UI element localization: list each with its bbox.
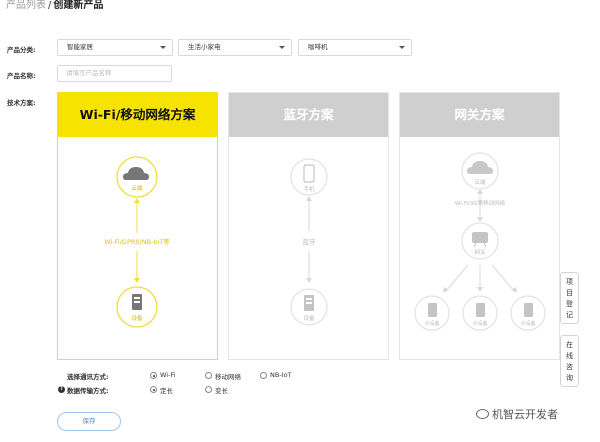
gateway-diagram: 云端 Wi-Fi/3G等移动网络 网关 子设备 子设备 子设备 bbox=[414, 152, 546, 331]
gateway-link-label: Wi-Fi/3G等移动网络 bbox=[455, 199, 506, 207]
gateway-hub-label: 网关 bbox=[474, 248, 486, 256]
comm-mobile-label[interactable]: 移动网络 bbox=[215, 371, 241, 381]
data-fixed-radio[interactable] bbox=[150, 386, 157, 393]
side-tab-char: 目 bbox=[566, 289, 573, 297]
category-select-2-value: 生活小家电 bbox=[188, 43, 221, 51]
product-name-input[interactable]: 请填写产品名称 bbox=[57, 65, 172, 82]
side-tab-char: 项 bbox=[566, 278, 573, 286]
project-register-tab[interactable]: 项 目 登 记 bbox=[560, 272, 579, 324]
comm-nbiot-label[interactable]: NB-IoT bbox=[270, 371, 292, 379]
router-icon bbox=[472, 232, 488, 243]
data-variable-radio[interactable] bbox=[205, 386, 212, 393]
watermark: 机智云开发者 bbox=[476, 406, 558, 422]
category-select-1-value: 智能家居 bbox=[67, 43, 93, 51]
bluetooth-card-title: 蓝牙方案 bbox=[229, 93, 388, 137]
side-tab-char: 咨 bbox=[566, 363, 573, 371]
data-fixed-label[interactable]: 定长 bbox=[160, 385, 173, 395]
gateway-center-label: 子设备 bbox=[472, 320, 487, 327]
gateway-top-label: 云端 bbox=[474, 178, 486, 186]
chevron-down-icon bbox=[399, 46, 405, 49]
gateway-right-label: 子设备 bbox=[520, 320, 535, 327]
breadcrumb-parent-link[interactable]: 产品列表 bbox=[6, 0, 46, 11]
bluetooth-top-label: 手机 bbox=[303, 185, 315, 193]
name-label: 产品名称: bbox=[7, 72, 36, 80]
page-title: 创建新产品 bbox=[53, 0, 104, 11]
tech-label: 技术方案: bbox=[7, 99, 36, 107]
online-consult-tab[interactable]: 在 线 咨 询 bbox=[560, 335, 579, 387]
wifi-bottom-label: 设备 bbox=[131, 314, 143, 322]
wifi-solution-card[interactable]: Wi-Fi/移动网络方案 云端 Wi-Fi/GPRS/NB-IoT等 设备 bbox=[57, 92, 218, 360]
gateway-solution-card[interactable]: 网关方案 云端 Wi-Fi/3G等移动网络 网关 子设备 子设备 子设备 bbox=[399, 92, 560, 360]
category-select-1[interactable]: 智能家居 bbox=[57, 39, 173, 56]
data-method-label: 数据传输方式: bbox=[67, 387, 109, 395]
wifi-link-label: Wi-Fi/GPRS/NB-IoT等 bbox=[104, 237, 170, 246]
device-icon bbox=[524, 303, 533, 317]
wechat-icon bbox=[476, 409, 489, 419]
save-button[interactable]: 保存 bbox=[57, 412, 121, 431]
watermark-text: 机智云开发者 bbox=[492, 408, 558, 421]
side-tab-char: 记 bbox=[566, 311, 573, 319]
comm-nbiot-radio[interactable] bbox=[260, 372, 267, 379]
arrow-up-icon bbox=[134, 198, 140, 203]
comm-mobile-radio[interactable] bbox=[205, 372, 212, 379]
gateway-left-label: 子设备 bbox=[424, 320, 439, 327]
arrow-down-icon bbox=[306, 278, 312, 283]
comm-wifi-label[interactable]: Wi-Fi bbox=[160, 371, 176, 379]
bluetooth-link-label: 蓝牙 bbox=[303, 237, 317, 246]
bluetooth-bottom-label: 设备 bbox=[303, 314, 315, 322]
comm-method-label: 选择通讯方式: bbox=[67, 373, 109, 381]
side-tab-char: 询 bbox=[566, 374, 573, 382]
device-icon bbox=[428, 303, 437, 317]
bluetooth-diagram: 手机 蓝牙 设备 bbox=[290, 158, 328, 326]
category-select-2[interactable]: 生活小家电 bbox=[178, 39, 292, 56]
side-tab-char: 在 bbox=[566, 341, 573, 349]
category-select-3[interactable]: 咖啡机 bbox=[298, 39, 412, 56]
gateway-card-title: 网关方案 bbox=[400, 93, 559, 137]
device-icon bbox=[476, 303, 485, 317]
bluetooth-solution-card[interactable]: 蓝牙方案 手机 蓝牙 设备 bbox=[228, 92, 389, 360]
side-tab-char: 线 bbox=[566, 352, 573, 360]
help-icon[interactable]: ? bbox=[58, 386, 65, 393]
breadcrumb-separator: / bbox=[48, 0, 52, 11]
comm-wifi-radio[interactable] bbox=[150, 372, 157, 379]
category-select-3-value: 咖啡机 bbox=[308, 43, 328, 51]
category-label: 产品分类: bbox=[7, 46, 36, 54]
chevron-down-icon bbox=[160, 46, 166, 49]
wifi-diagram: 云端 Wi-Fi/GPRS/NB-IoT等 设备 bbox=[104, 156, 170, 328]
arrow-up-icon bbox=[306, 196, 312, 201]
arrow-down-icon bbox=[134, 278, 140, 283]
data-variable-label[interactable]: 变长 bbox=[215, 385, 228, 395]
breadcrumb: 产品列表 / 创建新产品 bbox=[6, 0, 103, 12]
chevron-down-icon bbox=[279, 46, 285, 49]
wifi-top-label: 云端 bbox=[131, 184, 143, 192]
wifi-card-title: Wi-Fi/移动网络方案 bbox=[58, 93, 217, 137]
side-tab-char: 登 bbox=[566, 300, 573, 308]
arrow-down-icon bbox=[477, 217, 483, 222]
arrow-up-icon bbox=[477, 189, 483, 194]
